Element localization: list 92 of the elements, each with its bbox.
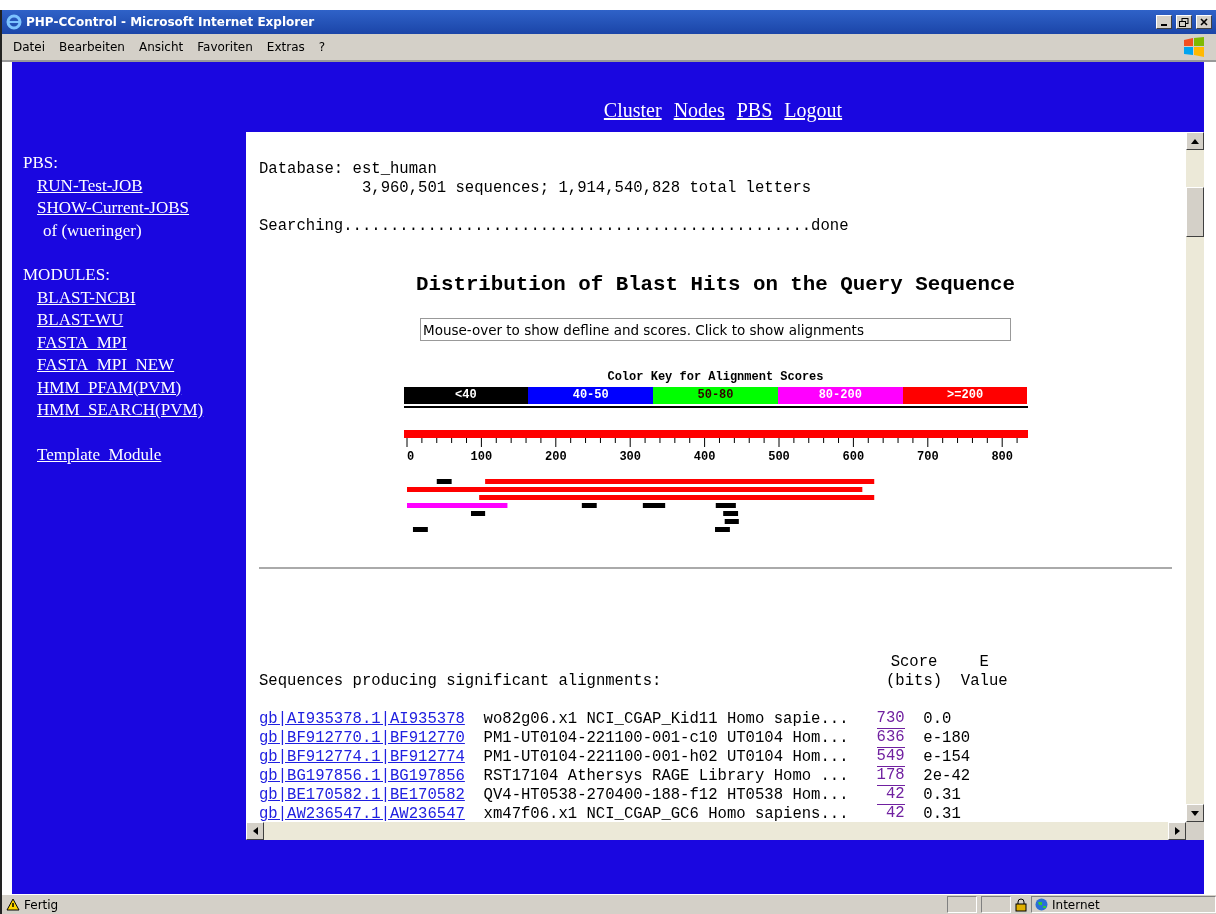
sidebar-link[interactable]: HMM_SEARCH(PVM) — [23, 399, 204, 422]
sidebar-link[interactable]: SHOW-Current-JOBS — [23, 197, 190, 220]
column-header: (bits) — [884, 672, 944, 691]
evalue-cell: 0.31 — [923, 786, 961, 805]
maximize-button[interactable] — [1176, 15, 1192, 29]
sidebar-link[interactable]: RUN-Test-JOB — [23, 174, 143, 197]
sidebar-link[interactable]: FASTA_MPI_NEW — [23, 354, 175, 377]
sidebar-link[interactable]: FASTA_MPI — [23, 331, 127, 354]
column-header: Score — [889, 653, 939, 672]
status-panel — [981, 896, 1011, 913]
axis-label: 100 — [470, 450, 492, 464]
vertical-scrollbar[interactable] — [1186, 132, 1204, 822]
color-key-segment: 80-200 — [777, 387, 903, 404]
sidebar-link[interactable]: BLAST-NCBI — [23, 286, 136, 309]
description-cell: PM1-UT0104-221100-001-h02 UT0104 Hom... — [483, 748, 849, 767]
score-link[interactable]: 549 — [876, 748, 905, 767]
sidebar-link[interactable]: Template_Module — [23, 443, 162, 466]
description-cell: xm47f06.x1 NCI_CGAP_GC6 Homo sapiens... — [483, 805, 849, 822]
lock-icon — [1015, 897, 1027, 912]
column-header: E — [978, 653, 990, 672]
close-icon — [1200, 18, 1208, 26]
status-text: Fertig — [24, 897, 60, 912]
axis-label: 200 — [544, 450, 567, 464]
menu-item[interactable]: Extras — [259, 40, 312, 54]
menu-item[interactable]: Ansicht — [131, 40, 191, 54]
nav-link[interactable]: Logout — [784, 99, 843, 122]
left-arrow-icon — [252, 827, 258, 835]
menu-item[interactable]: ? — [311, 40, 333, 54]
globe-icon — [1035, 898, 1048, 911]
table-caption: Sequences producing significant alignments: — [259, 672, 663, 691]
description-cell: PM1-UT0104-221100-001-c10 UT0104 Hom... — [483, 729, 849, 748]
warning-icon — [6, 898, 20, 911]
description-cell: wo82g06.x1 NCI_CGAP_Kid11 Homo sapie... — [483, 710, 849, 729]
score-link[interactable]: 42 — [876, 786, 905, 805]
menu-item[interactable]: Favoriten — [190, 40, 260, 54]
evalue-cell: 2e-42 — [923, 767, 971, 786]
right-arrow-icon — [1174, 827, 1180, 835]
evalue-cell: 0.31 — [923, 805, 961, 822]
scrollbar-corner — [1186, 822, 1204, 840]
accession-link[interactable]: gb|BG197856.1|BG197856 — [259, 767, 465, 786]
axis-label: 0 — [406, 450, 414, 464]
sidebar-link[interactable]: HMM_PFAM(PVM) — [23, 376, 182, 399]
evalue-cell: e-180 — [923, 729, 971, 748]
column-header: Value — [959, 672, 1009, 691]
accession-link[interactable]: gb|BE170582.1|BE170582 — [259, 786, 465, 805]
axis-label: 700 — [916, 450, 939, 464]
menu-item[interactable]: Datei — [6, 40, 52, 54]
sidebar-heading: MODULES: — [23, 264, 110, 286]
scroll-thumb[interactable] — [1186, 187, 1204, 237]
accession-link[interactable]: gb|BF912774.1|BF912774 — [259, 748, 465, 767]
accession-link[interactable]: gb|AW236547.1|AW236547 — [259, 805, 465, 822]
search-log-line: Searching..................................................done — [259, 217, 849, 236]
horizontal-scrollbar[interactable] — [246, 822, 1204, 840]
description-cell: RST17104 Athersys RAGE Library Homo ... — [483, 767, 849, 786]
database-line: Database: est_human — [259, 160, 437, 179]
score-link[interactable]: 178 — [876, 767, 905, 786]
sidebar-note: of (wueringer) — [42, 219, 142, 242]
accession-link[interactable]: gb|AI935378.1|AI935378 — [259, 710, 465, 729]
axis-label: 500 — [767, 450, 790, 464]
description-cell: QV4-HT0538-270400-188-f12 HT0538 Hom... — [483, 786, 849, 805]
color-key-segment: 40-50 — [528, 387, 654, 404]
axis-label: 300 — [618, 450, 641, 464]
up-arrow-icon — [1191, 138, 1199, 144]
nav-link[interactable]: Cluster — [603, 99, 662, 122]
down-arrow-icon — [1191, 810, 1199, 816]
evalue-cell: 0.0 — [923, 710, 952, 729]
menu-item[interactable]: Bearbeiten — [52, 40, 132, 54]
window-title: PHP-CControl - Microsoft Internet Explorer — [26, 15, 316, 29]
axis-label: 400 — [693, 450, 715, 464]
nav-link[interactable]: PBS — [736, 99, 773, 122]
nav-link[interactable]: Nodes — [673, 99, 725, 122]
color-key-title: Color Key for Alignment Scores — [607, 370, 824, 384]
zone-label: Internet — [1052, 897, 1100, 912]
minimize-button[interactable] — [1156, 15, 1172, 29]
restore-icon — [1179, 17, 1189, 27]
axis-label: 800 — [990, 450, 1013, 464]
score-link[interactable]: 730 — [876, 710, 905, 729]
axis-label: 600 — [842, 450, 864, 464]
sidebar-link[interactable]: BLAST-WU — [23, 309, 124, 332]
close-button[interactable] — [1196, 15, 1212, 29]
status-panel — [947, 896, 977, 913]
chart-title: Distribution of Blast Hits on the Query Sequence — [415, 272, 1016, 298]
info-field[interactable]: Mouse-over to show defline and scores. Click to show alignments — [420, 318, 1011, 341]
database-stats: 3,960,501 sequences; 1,914,540,828 total letters — [361, 179, 812, 198]
color-key-segment: >=200 — [902, 387, 1028, 404]
accession-link[interactable]: gb|BF912770.1|BF912770 — [259, 729, 465, 748]
score-link[interactable]: 636 — [876, 729, 905, 748]
windows-flag-icon — [1182, 36, 1206, 58]
evalue-cell: e-154 — [923, 748, 971, 767]
sidebar-heading: PBS: — [23, 152, 58, 174]
color-key-segment: 50-80 — [653, 387, 778, 404]
color-key-segment: <40 — [403, 387, 529, 404]
